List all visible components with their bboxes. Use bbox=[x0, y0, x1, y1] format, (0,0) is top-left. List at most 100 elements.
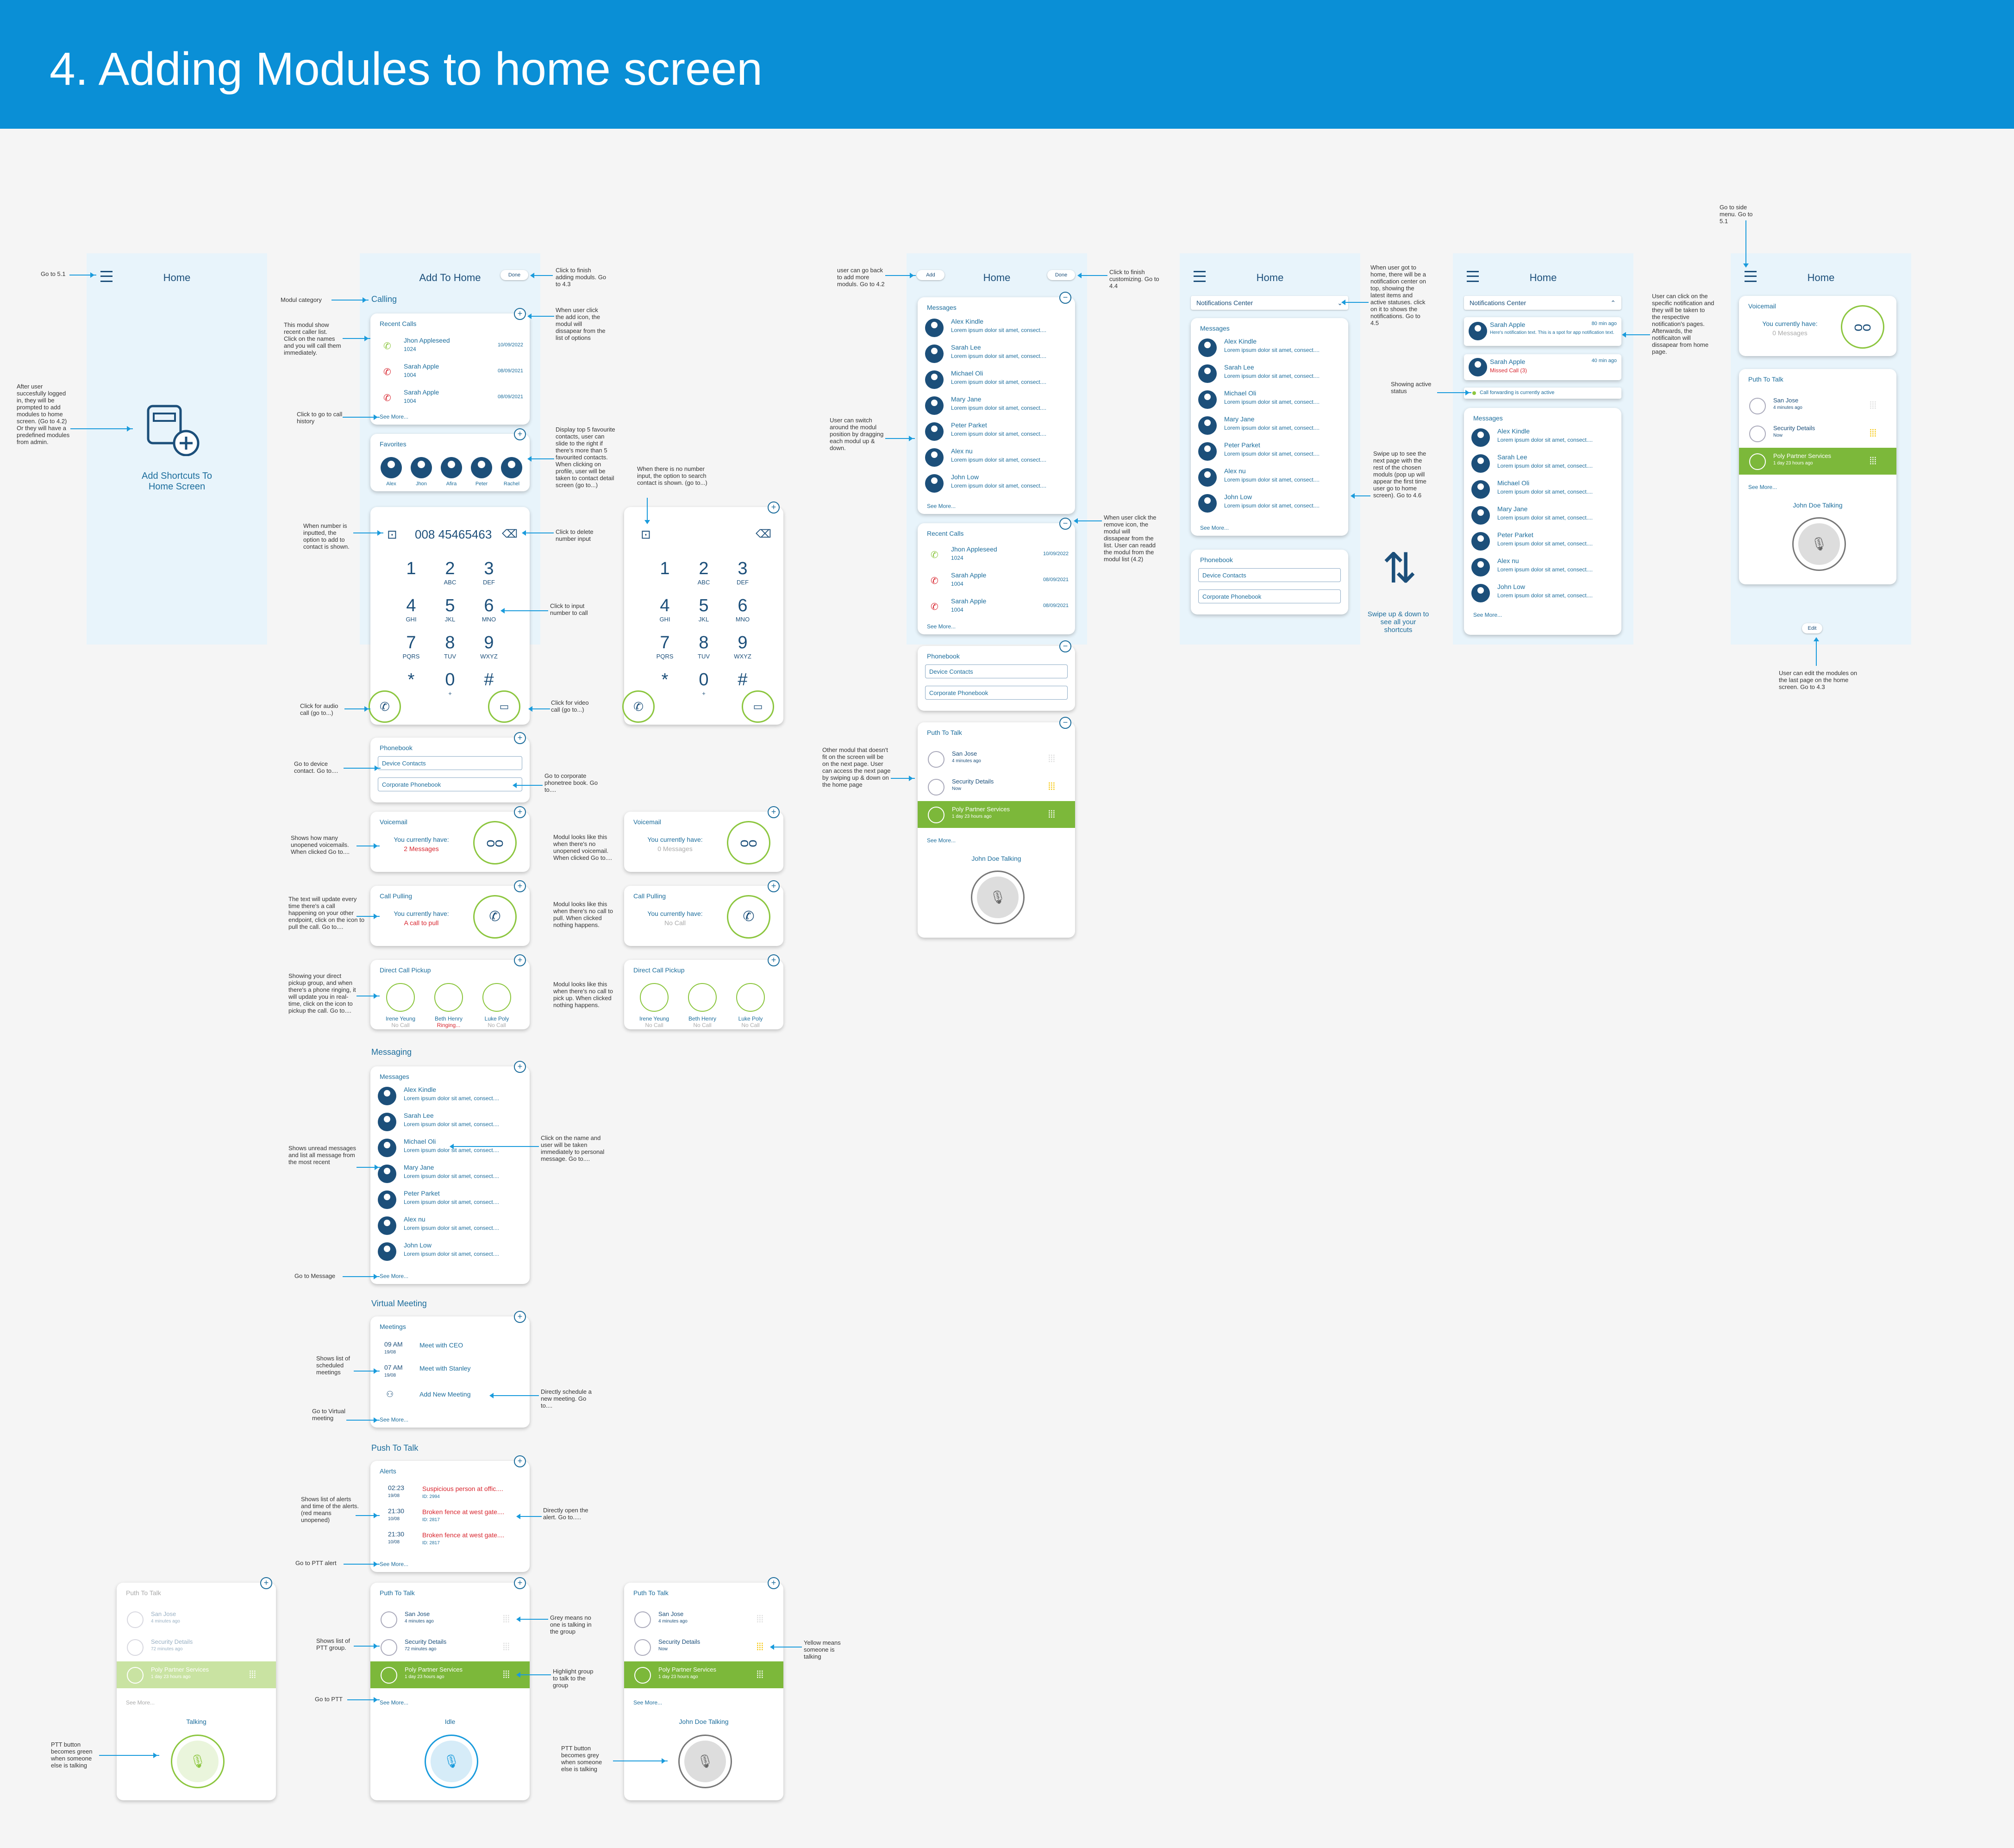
message-item[interactable]: Alex Kindle Lorem ipsum dolor sit amet, c… bbox=[378, 1085, 523, 1108]
message-item[interactable]: Sarah Lee Lorem ipsum dolor sit amet, con… bbox=[378, 1111, 523, 1134]
ptt-button[interactable]: 🎙 bbox=[171, 1735, 225, 1788]
key-1[interactable]: 1 bbox=[645, 559, 684, 579]
key-8[interactable]: 8 TUV bbox=[684, 633, 723, 660]
message-item[interactable]: John Low Lorem ipsum dolor sit amet, cons… bbox=[1471, 582, 1615, 605]
ptt-group-item[interactable]: Security Details Now ⦙⦙⦙ bbox=[1739, 420, 1896, 447]
pull-call-button[interactable]: ✆ bbox=[473, 895, 517, 939]
ptt-group-item[interactable]: Security Details 72 minutes ago bbox=[117, 1634, 276, 1660]
key-5[interactable]: 5 JKL bbox=[684, 596, 723, 623]
remove-module-icon[interactable]: − bbox=[1059, 292, 1071, 304]
pickup-contact[interactable]: Luke Poly No Call bbox=[730, 983, 771, 1028]
meeting-item[interactable]: 09 AM 19/08 Meet with CEO bbox=[378, 1341, 523, 1364]
backspace-icon[interactable]: ⌫ bbox=[756, 527, 771, 541]
remove-module-icon[interactable]: − bbox=[1059, 640, 1071, 652]
ptt-group-item[interactable]: San Jose 4 minutes ago ⦙⦙⦙ bbox=[918, 745, 1075, 772]
favorite-contact[interactable]: Peter bbox=[470, 457, 493, 487]
see-more-link[interactable]: See More... bbox=[927, 623, 956, 630]
done-button[interactable]: Done bbox=[1047, 270, 1075, 280]
add-meeting-button[interactable]: ⚇ Add New Meeting bbox=[378, 1390, 523, 1413]
ptt-group-item[interactable]: Poly Partner Services 1 day 23 hours ago ⦙… bbox=[370, 1661, 530, 1688]
add-module-icon[interactable]: + bbox=[768, 954, 780, 966]
message-item[interactable]: Peter Parket Lorem ipsum dolor sit amet, … bbox=[378, 1189, 523, 1212]
add-module-icon[interactable]: + bbox=[514, 1577, 526, 1589]
ptt-group-item[interactable]: Poly Partner Services 1 day 23 hours ago ⦙… bbox=[117, 1661, 276, 1688]
add-module-icon[interactable]: + bbox=[514, 954, 526, 966]
see-more-link[interactable]: See More... bbox=[1200, 525, 1229, 531]
dialer-card[interactable]: ⊡ 008 45465463 ⌫ 1 2 ABC 3 DEF 4 GHI 5 JKL 6… bbox=[369, 507, 530, 725]
dialer-empty-card[interactable]: + ⊡ ⌫ 1 2 ABC 3 DEF 4 GHI 5 JKL 6 MNO 7 PQRS 8… bbox=[622, 501, 783, 725]
add-module-icon[interactable]: + bbox=[514, 732, 526, 744]
add-contact-icon[interactable]: ⊡ bbox=[387, 527, 397, 542]
message-item[interactable]: Alex Kindle Lorem ipsum dolor sit amet, c… bbox=[1471, 426, 1615, 450]
see-more-link[interactable]: See More... bbox=[380, 1416, 408, 1423]
device-contacts-button[interactable]: Device Contacts bbox=[378, 756, 522, 770]
ptt-button[interactable]: 🎙 bbox=[678, 1735, 732, 1788]
add-module-icon[interactable]: + bbox=[514, 1311, 526, 1323]
list-item[interactable]: Jhon Appleseed 1024 10/09/2022 ✆ bbox=[925, 545, 1069, 568]
ptt-group-item[interactable]: Security Details Now ⦙⦙⦙ bbox=[624, 1634, 783, 1660]
key-7[interactable]: 7 PQRS bbox=[392, 633, 431, 660]
list-item[interactable]: Sarah Apple 1004 08/09/2021 ✆ bbox=[378, 388, 523, 411]
see-more-link[interactable]: See More... bbox=[380, 1699, 408, 1706]
message-item[interactable]: Sarah Lee Lorem ipsum dolor sit amet, con… bbox=[925, 343, 1069, 366]
pickup-contact[interactable]: Irene Yeung No Call bbox=[380, 983, 421, 1028]
messages-card[interactable]: − Messages Alex Kindle Lorem ipsum dolor … bbox=[918, 292, 1075, 514]
notifications-center-dropdown[interactable]: Notifications Center⌄ bbox=[1191, 296, 1348, 310]
message-item[interactable]: Alex nu Lorem ipsum dolor sit amet, conse… bbox=[1471, 556, 1615, 579]
voicemail-button[interactable]: ᴑᴑ bbox=[1841, 305, 1884, 349]
list-item[interactable]: Sarah Apple 1004 08/09/2021 ✆ bbox=[925, 596, 1069, 620]
message-item[interactable]: Sarah Lee Lorem ipsum dolor sit amet, con… bbox=[1198, 363, 1342, 386]
key-8[interactable]: 8 TUV bbox=[431, 633, 469, 660]
messages-card[interactable]: + Messages Alex Kindle Lorem ipsum dolor … bbox=[370, 1061, 530, 1284]
ptt-card-other-talking[interactable]: + Puth To Talk San Jose 4 minutes ago ⦙⦙⦙ … bbox=[624, 1577, 783, 1800]
key-0[interactable]: 0 + bbox=[684, 670, 723, 697]
ptt-group-item[interactable]: Poly Partner Services 1 day 23 hours ago ⦙… bbox=[1739, 448, 1896, 475]
messages-card[interactable]: Messages Alex Kindle Lorem ipsum dolor si… bbox=[1191, 318, 1348, 536]
message-item[interactable]: Mary Jane Lorem ipsum dolor sit amet, con… bbox=[1471, 504, 1615, 527]
add-module-icon[interactable]: + bbox=[514, 1455, 526, 1467]
device-contacts-button[interactable]: Device Contacts bbox=[925, 664, 1068, 678]
message-item[interactable]: John Low Lorem ipsum dolor sit amet, cons… bbox=[378, 1240, 523, 1264]
key-4[interactable]: 4 GHI bbox=[645, 596, 684, 623]
key-star[interactable]: * bbox=[392, 670, 431, 690]
pickup-contact[interactable]: Beth Henry Ringing... bbox=[428, 983, 469, 1028]
message-item[interactable]: Alex nu Lorem ipsum dolor sit amet, conse… bbox=[925, 446, 1069, 470]
recent-calls-card[interactable]: + Recent Calls Jhon Appleseed 1024 10/09/2… bbox=[370, 308, 530, 425]
notification-item[interactable]: Sarah Apple 80 min ago Here's notificati… bbox=[1464, 317, 1621, 346]
add-module-icon[interactable]: + bbox=[768, 1577, 780, 1589]
remove-module-icon[interactable]: − bbox=[1059, 717, 1071, 729]
key-3[interactable]: 3 DEF bbox=[723, 559, 762, 586]
key-6[interactable]: 6 MNO bbox=[723, 596, 762, 623]
message-item[interactable]: John Low Lorem ipsum dolor sit amet, cons… bbox=[925, 472, 1069, 495]
voicemail-card[interactable]: Voicemail You currently have: 0 Messages… bbox=[1739, 296, 1896, 356]
alerts-card[interactable]: + Alerts 02:23 19/08 Suspicious person at … bbox=[370, 1455, 530, 1572]
device-contacts-button[interactable]: Device Contacts bbox=[1198, 568, 1341, 582]
see-more-link[interactable]: See More... bbox=[126, 1699, 155, 1706]
key-3[interactable]: 3 DEF bbox=[469, 559, 508, 586]
key-1[interactable]: 1 bbox=[392, 559, 431, 579]
add-module-icon[interactable]: + bbox=[514, 880, 526, 892]
add-module-icon[interactable]: + bbox=[768, 806, 780, 818]
see-more-link[interactable]: See More... bbox=[380, 413, 408, 420]
ptt-card-idle[interactable]: + Puth To Talk San Jose 4 minutes ago ⦙⦙⦙ … bbox=[370, 1577, 530, 1800]
see-more-link[interactable]: See More... bbox=[927, 837, 956, 844]
key-5[interactable]: 5 JKL bbox=[431, 596, 469, 623]
see-more-link[interactable]: See More... bbox=[1473, 612, 1502, 618]
message-item[interactable]: Peter Parket Lorem ipsum dolor sit amet, … bbox=[1471, 530, 1615, 553]
message-item[interactable]: Alex Kindle Lorem ipsum dolor sit amet, c… bbox=[925, 317, 1069, 340]
edit-button[interactable]: Edit bbox=[1802, 623, 1822, 633]
see-more-link[interactable]: See More... bbox=[633, 1699, 662, 1706]
voicemail-card[interactable]: + Voicemail You currently have: 2 Messag… bbox=[370, 806, 530, 872]
see-more-link[interactable]: See More... bbox=[380, 1561, 408, 1567]
add-shortcuts-label[interactable]: Add Shortcuts To Home Screen bbox=[133, 471, 221, 492]
ptt-card[interactable]: − Puth To Talk San Jose 4 minutes ago ⦙⦙⦙ … bbox=[918, 717, 1075, 938]
message-item[interactable]: Michael Oli Lorem ipsum dolor sit amet, c… bbox=[925, 369, 1069, 392]
pickup-contact[interactable]: Luke Poly No Call bbox=[476, 983, 518, 1028]
corporate-phonebook-button[interactable]: Corporate Phonebook bbox=[925, 686, 1068, 700]
message-item[interactable]: Alex nu Lorem ipsum dolor sit amet, conse… bbox=[378, 1215, 523, 1238]
message-item[interactable]: Peter Parket Lorem ipsum dolor sit amet, … bbox=[925, 420, 1069, 444]
see-more-link[interactable]: See More... bbox=[380, 1273, 408, 1279]
corporate-phonebook-button[interactable]: Corporate Phonebook bbox=[378, 777, 522, 791]
message-item[interactable]: Michael Oli Lorem ipsum dolor sit amet, c… bbox=[1471, 478, 1615, 501]
see-more-link[interactable]: See More... bbox=[927, 503, 956, 509]
